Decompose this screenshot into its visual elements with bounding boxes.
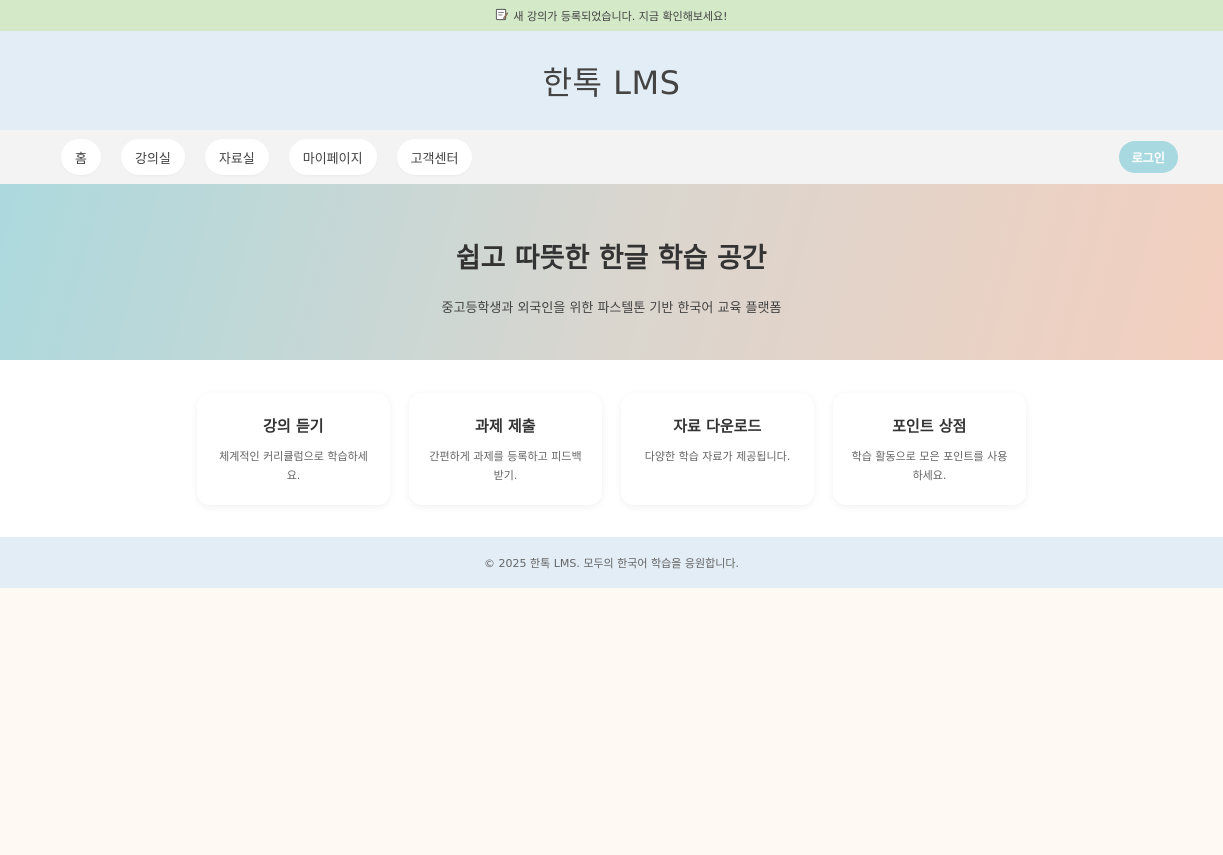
feature-card-description: 간편하게 과제를 등록하고 피드백 받기.: [429, 450, 582, 482]
hero-banner: 쉽고 따뜻한 한글 학습 공간 중고등학생과 외국인을 위한 파스텔톤 기반 한…: [0, 184, 1223, 360]
nav-item-home[interactable]: 홈: [61, 139, 101, 175]
site-footer: © 2025 한톡 LMS. 모두의 한국어 학습을 응원합니다.: [0, 537, 1223, 588]
site-title[interactable]: 한톡 LMS: [543, 58, 681, 104]
feature-card-description: 학습 활동으로 모은 포인트를 사용하세요.: [851, 450, 1008, 482]
announcement-bar: 새 강의가 등록되었습니다. 지금 확인해보세요!: [0, 0, 1223, 31]
nav-list: 홈 강의실 자료실 마이페이지 고객센터: [61, 139, 473, 175]
feature-card-downloads[interactable]: 자료 다운로드 다양한 학습 자료가 제공됩니다.: [621, 393, 814, 505]
nav-item-resources[interactable]: 자료실: [204, 139, 269, 175]
hero-subtitle: 중고등학생과 외국인을 위한 파스텔톤 기반 한국어 교육 플랫폼: [441, 301, 782, 316]
hero-title: 쉽고 따뜻한 한글 학습 공간: [456, 243, 767, 274]
memo-icon: [495, 8, 509, 24]
feature-card-description: 체계적인 커리큘럼으로 학습하세요.: [219, 450, 368, 482]
nav-item-lectures[interactable]: 강의실: [120, 139, 185, 175]
feature-card-title: 자료 다운로드: [673, 417, 762, 435]
feature-card-assignments[interactable]: 과제 제출 간편하게 과제를 등록하고 피드백 받기.: [409, 393, 602, 505]
login-button[interactable]: 로그인: [1118, 141, 1178, 173]
site-header: 한톡 LMS: [0, 31, 1223, 130]
main-nav: 홈 강의실 자료실 마이페이지 고객센터 로그인: [0, 130, 1223, 184]
feature-card-point-shop[interactable]: 포인트 상점 학습 활동으로 모은 포인트를 사용하세요.: [833, 393, 1026, 505]
feature-card-title: 강의 듣기: [263, 417, 324, 435]
feature-card-description: 다양한 학습 자료가 제공됩니다.: [644, 450, 791, 463]
feature-card-lectures[interactable]: 강의 듣기 체계적인 커리큘럼으로 학습하세요.: [197, 393, 390, 505]
feature-card-title: 과제 제출: [475, 417, 536, 435]
announcement-text: 새 강의가 등록되었습니다. 지금 확인해보세요!: [513, 9, 728, 23]
feature-card-title: 포인트 상점: [892, 417, 967, 435]
footer-text: © 2025 한톡 LMS. 모두의 한국어 학습을 응원합니다.: [484, 556, 739, 570]
nav-item-mypage[interactable]: 마이페이지: [288, 139, 377, 175]
feature-cards: 강의 듣기 체계적인 커리큘럼으로 학습하세요. 과제 제출 간편하게 과제를 …: [0, 360, 1223, 537]
nav-item-support[interactable]: 고객센터: [396, 139, 473, 175]
